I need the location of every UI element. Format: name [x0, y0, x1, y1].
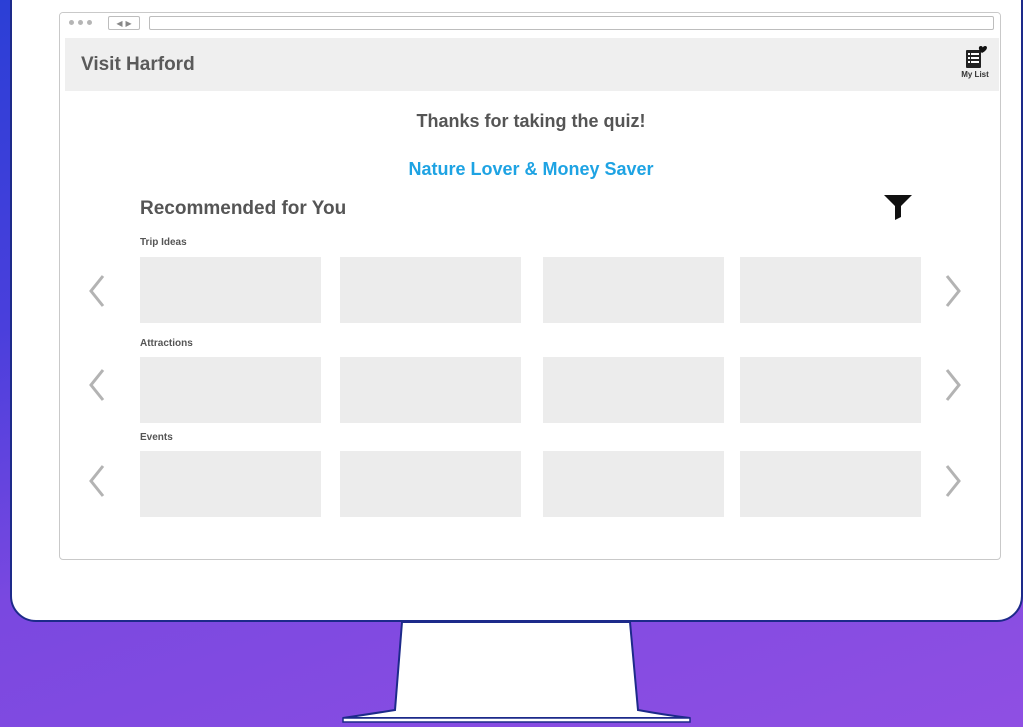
monitor-stand — [342, 621, 691, 723]
